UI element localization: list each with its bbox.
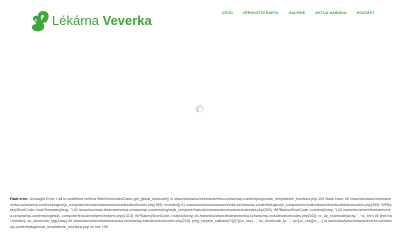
main-nav: Úvod Věrnostní karta Galerie Aktuá nabíd… <box>222 11 375 15</box>
nav-item-aktualni-nabidka[interactable]: Aktuá nabídka <box>315 11 346 15</box>
brand-name: Lékárna Veverka <box>52 14 152 28</box>
nav-item-kontakt[interactable]: Kontakt <box>357 11 375 15</box>
brand-name-bold: Veverka <box>102 13 152 28</box>
site-logo[interactable]: Lékárna Veverka <box>30 8 152 34</box>
nav-item-uvod[interactable]: Úvod <box>222 11 233 15</box>
php-error-message: Fatal error: Uncaught Error: Call to und… <box>10 197 392 231</box>
page: Lékárna Veverka Úvod Věrnostní karta Gal… <box>0 0 400 250</box>
error-label: Fatal error <box>10 197 28 201</box>
site-header: Lékárna Veverka Úvod Věrnostní karta Gal… <box>0 0 400 36</box>
brand-name-light: Lékárna <box>52 13 99 28</box>
nav-item-galerie[interactable]: Galerie <box>289 11 306 15</box>
nav-item-vernostni-karta[interactable]: Věrnostní karta <box>243 11 279 15</box>
error-text: : Uncaught Error: Call to undefined meth… <box>10 197 392 229</box>
squirrel-icon <box>30 10 50 32</box>
spinner-icon <box>195 101 205 114</box>
